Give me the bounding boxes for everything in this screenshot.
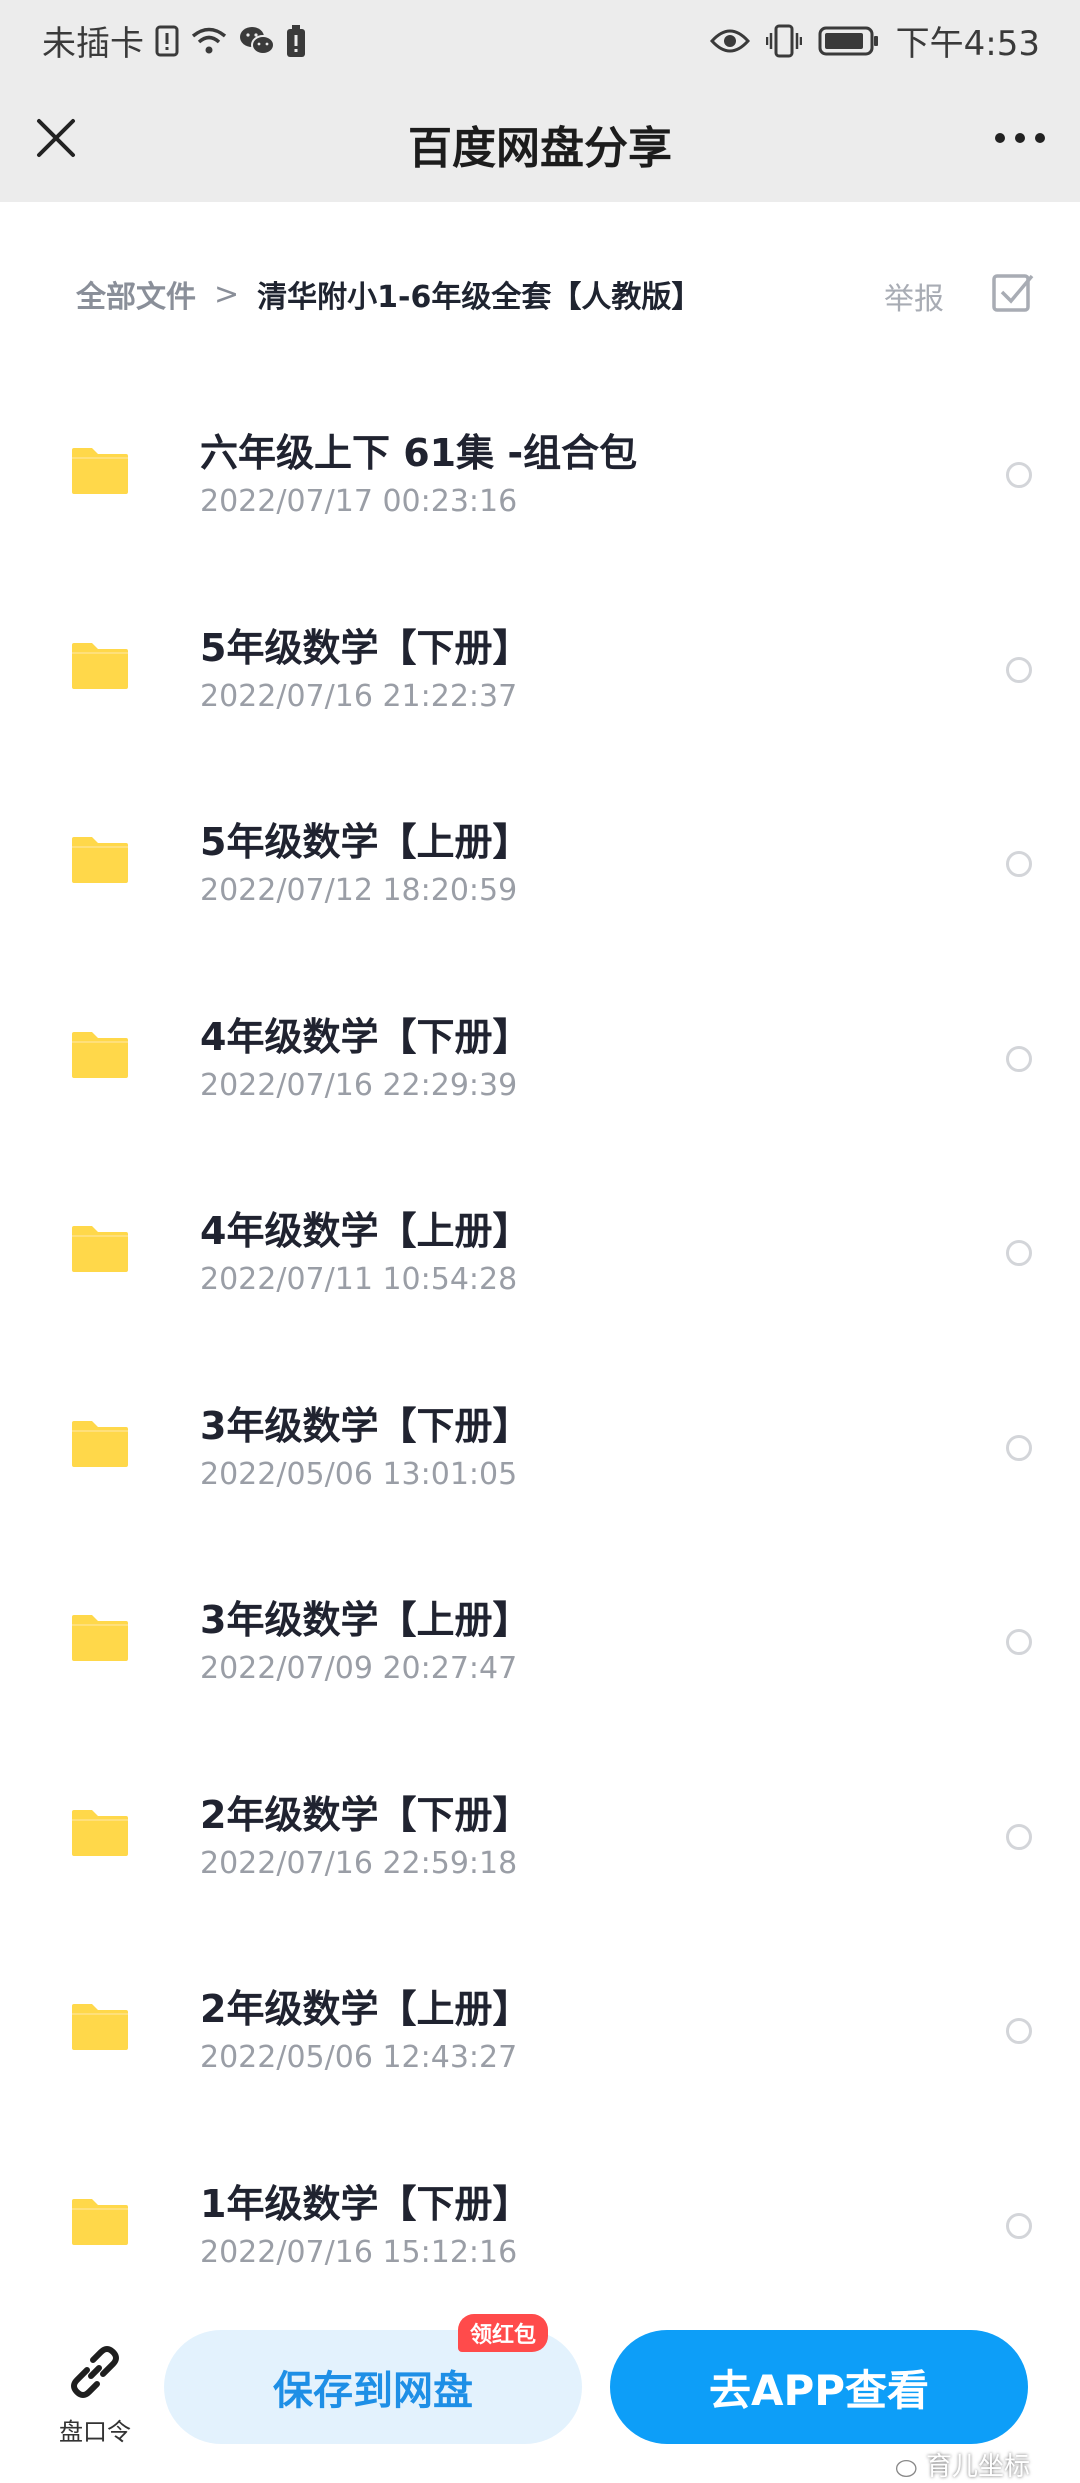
file-name: 3年级数学【下册】 [200,1403,531,1448]
file-date: 2022/05/06 12:43:27 [200,2040,518,2075]
file-name: 5年级数学【下册】 [200,625,531,670]
select-radio[interactable] [1006,1434,1032,1461]
file-date: 2022/07/16 21:22:37 [200,678,518,714]
file-row[interactable]: 2年级数学【下册】 2022/07/16 22:59:18 [0,1750,1080,1945]
file-row[interactable]: 2年级数学【上册】 2022/05/06 12:43:27 [0,1944,1080,2139]
carrier-text: 未插卡 [42,24,144,64]
file-date: 2022/07/09 20:27:47 [200,1651,518,1686]
wifi-icon [190,26,228,56]
file-date: 2022/07/16 22:29:39 [200,1067,518,1103]
file-row[interactable]: 5年级数学【下册】 2022/07/16 21:22:37 [0,583,1080,778]
select-radio[interactable] [1006,2212,1032,2239]
bottom-bar: 盘口令 保存到网盘 领红包 去APP查看 [0,2300,1080,2468]
folder-icon [72,1809,128,1856]
report-link[interactable]: 举报 [884,274,944,318]
more-icon [995,133,1045,143]
watermark-text: 育儿坐标 [926,2452,1031,2482]
battery-saver-icon [286,24,306,58]
folder-icon [72,837,128,883]
file-date: 2022/07/11 10:54:28 [200,1262,518,1297]
file-date: 2022/07/17 00:23:16 [200,484,518,519]
breadcrumb-separator: > [214,276,240,312]
select-radio[interactable] [1006,2018,1032,2044]
file-row[interactable]: 3年级数学【上册】 2022/07/09 20:27:47 [0,1555,1080,1750]
red-packet-badge[interactable]: 领红包 [458,2314,549,2352]
breadcrumb-root[interactable]: 全部文件 [76,272,196,316]
breadcrumb-current: 清华附小1-6年级全套【人教版】 [257,280,702,315]
wechat-icon [886,2452,917,2477]
clock-time: 下午4:53 [895,24,1040,64]
file-name: 3年级数学【上册】 [200,1598,531,1642]
more-button[interactable] [990,110,1050,166]
select-radio[interactable] [1006,462,1032,488]
vibrate-icon [765,24,802,58]
file-name: 5年级数学【上册】 [200,820,531,864]
select-radio[interactable] [1006,1045,1032,1072]
file-row[interactable]: 4年级数学【上册】 2022/07/11 10:54:28 [0,1166,1080,1361]
title-bar: 百度网盘分享 [0,74,1080,202]
file-list: 六年级上下 61集 -组合包 2022/07/17 00:23:16 5年级数学… [0,388,1080,2333]
file-date: 2022/07/12 18:20:59 [200,873,518,908]
folder-icon [72,448,128,494]
watermark: 育儿坐标 [884,2446,1030,2483]
select-all-toggle[interactable] [990,270,1036,316]
share-code-button[interactable]: 盘口令 [40,2340,150,2447]
link-icon [71,2346,119,2398]
select-radio[interactable] [1006,656,1032,683]
folder-icon [72,1031,128,1078]
wechat-icon [238,25,276,57]
file-name: 4年级数学【上册】 [200,1209,531,1253]
folder-icon [72,2004,128,2050]
file-row[interactable]: 5年级数学【上册】 2022/07/12 18:20:59 [0,777,1080,972]
select-radio[interactable] [1006,1823,1032,1850]
file-name: 六年级上下 61集 -组合包 [200,431,638,475]
file-name: 2年级数学【上册】 [200,1987,531,2031]
page-title: 百度网盘分享 [408,123,672,174]
checkbox-icon [992,274,1034,312]
file-row[interactable]: 4年级数学【下册】 2022/07/16 22:29:39 [0,972,1080,1167]
folder-icon [72,2198,128,2245]
file-row[interactable]: 六年级上下 61集 -组合包 2022/07/17 00:23:16 [0,388,1080,583]
sim-alert-icon [154,24,180,58]
folder-icon [72,642,128,689]
select-radio[interactable] [1006,1240,1032,1266]
folder-icon [72,1615,128,1661]
battery-icon [818,26,880,56]
file-name: 2年级数学【下册】 [200,1792,531,1837]
select-radio[interactable] [1006,1629,1032,1655]
file-date: 2022/07/16 15:12:16 [200,2234,518,2270]
folder-icon [72,1226,128,1272]
file-name: 4年级数学【下册】 [200,1014,531,1059]
share-code-label: 盘口令 [59,2418,131,2446]
select-radio[interactable] [1006,851,1032,877]
breadcrumb: 全部文件 > 清华附小1-6年级全套【人教版】 [76,272,701,316]
file-date: 2022/05/06 13:01:05 [200,1456,518,1492]
folder-icon [72,1420,128,1467]
open-app-button[interactable]: 去APP查看 [610,2330,1028,2444]
file-date: 2022/07/16 22:59:18 [200,1845,518,1881]
eye-icon [709,27,750,55]
status-bar: 未插卡 下午4:53 [0,0,1080,74]
file-name: 1年级数学【下册】 [200,2181,531,2226]
file-row[interactable]: 3年级数学【下册】 2022/05/06 13:01:05 [0,1361,1080,1556]
